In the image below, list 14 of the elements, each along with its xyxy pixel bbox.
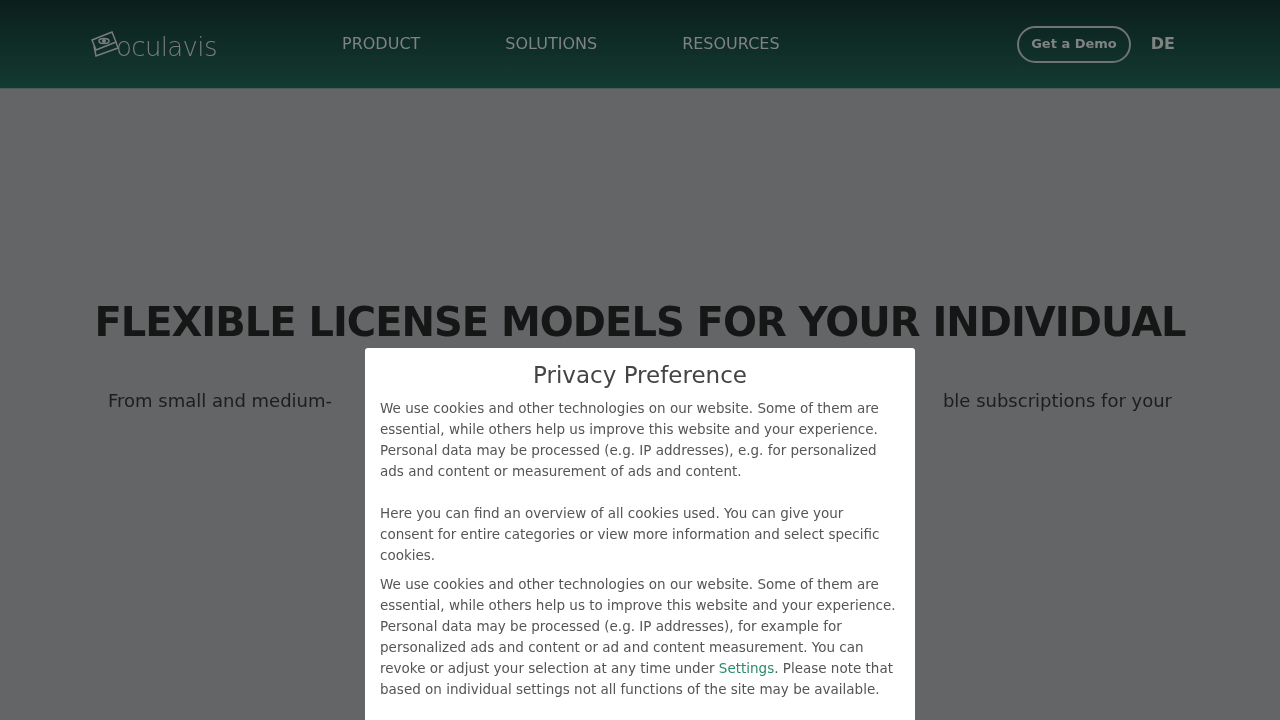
nav-link[interactable]: RESOURCES bbox=[682, 32, 780, 56]
subtitle-text: ble subscriptions for your bbox=[942, 389, 1172, 413]
nav-link[interactable]: PRODUCT bbox=[342, 32, 421, 56]
language-link[interactable]: DE bbox=[1150, 32, 1175, 56]
dialog-title: Privacy Preference bbox=[532, 361, 748, 390]
logo-icon bbox=[90, 30, 120, 58]
dialog-paragraph: We use cookies and other technologies on our website. Some of them are essential, while others help us improve this website and your experience. Personal data may be processed (e.g. IP addresses), e.g. for personalized ads and content or measurement of ads and content. bbox=[380, 399, 880, 481]
logo-text: oculavis bbox=[116, 34, 217, 60]
page-heading: FLEXIBLE LICENSE MODELS FOR YOUR INDIVIDUAL bbox=[94, 298, 1186, 347]
dialog-paragraph: We use cookies and other technologies on our website. Some of them are essential, while others help us to improve this website and your experience. Personal data may be processed (e.g. IP addresses), for example for personalized ads and content or ad and content measurement. You can revoke or adjust your selection at any time under Settings. Please note that based on individual settings not all functions of the site may be available. bbox=[380, 575, 897, 699]
get-a-demo-button[interactable]: Get a Demo bbox=[1017, 25, 1131, 63]
subtitle-text: From small and medium- bbox=[108, 389, 333, 413]
dialog-paragraph: Here you can find an overview of all cookies used. You can give your consent for entire categories or view more information and select specific cookies. bbox=[380, 504, 881, 565]
nav-link[interactable]: SOLUTIONS bbox=[505, 32, 598, 56]
